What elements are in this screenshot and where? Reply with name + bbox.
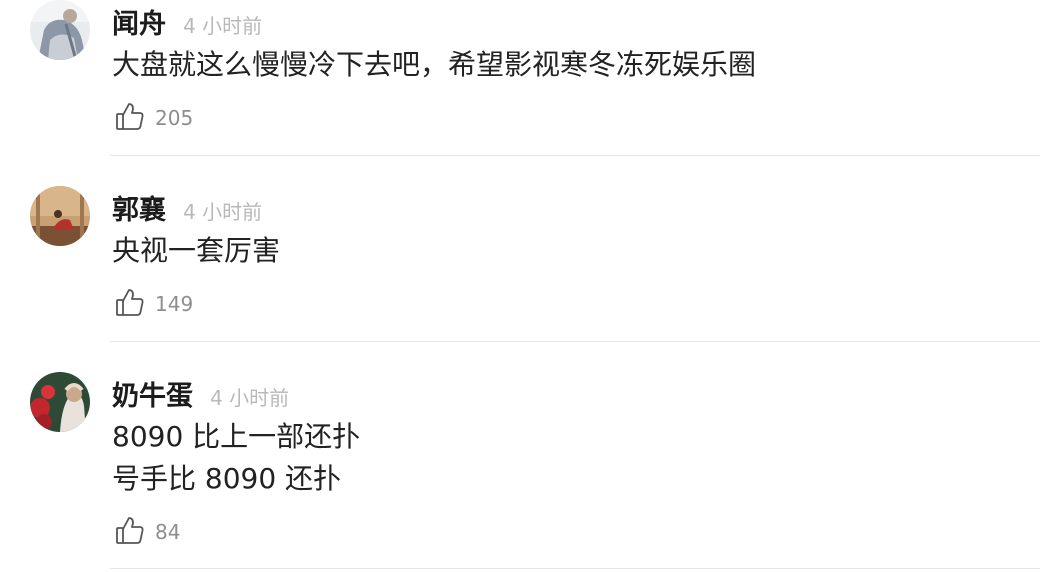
- comment-line: 号手比 8090 还扑: [112, 462, 342, 495]
- avatar[interactable]: [30, 372, 90, 432]
- author-row: 闻舟 4 小时前: [112, 2, 262, 41]
- comment-time: 4 小时前: [183, 200, 263, 224]
- comment-item: 闻舟 4 小时前 大盘就这么慢慢冷下去吧，希望影视寒冬冻死娱乐圈 205: [0, 0, 1040, 156]
- comment-text: 央视一套厉害: [112, 230, 280, 272]
- author-row: 郭襄 4 小时前: [112, 188, 262, 227]
- avatar[interactable]: [30, 0, 90, 60]
- comment-line: 8090 比上一部还扑: [112, 420, 361, 453]
- like-count: 84: [155, 520, 181, 544]
- thumbs-up-icon: [114, 100, 146, 136]
- comment-line: 大盘就这么慢慢冷下去吧，希望影视寒冬冻死娱乐圈: [112, 48, 757, 81]
- author-row: 奶牛蛋 4 小时前: [112, 374, 289, 413]
- comment-text: 大盘就这么慢慢冷下去吧，希望影视寒冬冻死娱乐圈: [112, 44, 756, 86]
- divider: [110, 341, 1040, 342]
- like-button[interactable]: 149: [114, 286, 193, 322]
- thumbs-up-icon: [114, 286, 146, 322]
- author-name[interactable]: 郭襄: [112, 195, 166, 226]
- like-button[interactable]: 205: [114, 100, 193, 136]
- comment-item: 奶牛蛋 4 小时前 8090 比上一部还扑 号手比 8090 还扑 84: [0, 372, 1040, 572]
- comment-time: 4 小时前: [210, 386, 290, 410]
- author-name[interactable]: 闻舟: [112, 9, 166, 40]
- divider: [110, 568, 1040, 569]
- like-count: 149: [155, 292, 194, 316]
- thumbs-up-icon: [114, 514, 146, 550]
- avatar[interactable]: [30, 186, 90, 246]
- comment-line: 央视一套厉害: [112, 234, 281, 267]
- divider: [110, 155, 1040, 156]
- like-count: 205: [155, 106, 194, 130]
- comment-item: 郭襄 4 小时前 央视一套厉害 149: [0, 186, 1040, 342]
- comment-time: 4 小时前: [183, 14, 263, 38]
- like-button[interactable]: 84: [114, 514, 180, 550]
- author-name[interactable]: 奶牛蛋: [112, 381, 193, 412]
- comment-text: 8090 比上一部还扑 号手比 8090 还扑: [112, 416, 360, 500]
